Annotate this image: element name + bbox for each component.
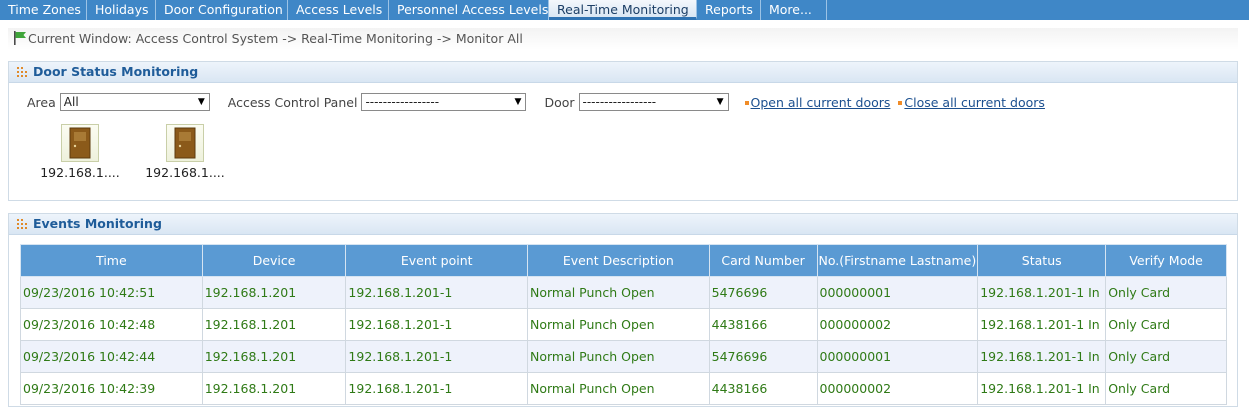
cell-person-number: 000000002 <box>816 372 979 405</box>
cell-event-point: 192.168.1.201-1 <box>345 276 528 309</box>
column-header[interactable]: Event point <box>345 244 528 277</box>
area-select[interactable]: All ▼ <box>59 93 210 111</box>
events-header: Events Monitoring <box>9 214 1237 235</box>
cell-status: 192.168.1.201-1 In <box>977 276 1107 309</box>
close-all-doors-link[interactable]: Close all current doors <box>904 95 1045 110</box>
area-dropdown-arrow-icon: ▼ <box>197 97 205 107</box>
cell-time: 09/23/2016 10:42:51 <box>20 276 203 309</box>
cell-verify-mode: Only Card <box>1105 276 1227 309</box>
door-status-title: Door Status Monitoring <box>33 64 199 79</box>
events-table: Time Device Event point Event Descriptio… <box>20 244 1227 405</box>
cell-event-point: 192.168.1.201-1 <box>345 340 528 373</box>
cell-event-description: Normal Punch Open <box>526 340 710 373</box>
cell-device: 192.168.1.201 <box>201 372 347 405</box>
area-label: Area <box>27 94 56 110</box>
bullet-icon <box>898 100 903 105</box>
area-select-value: All <box>63 95 79 109</box>
door-label-text: 192.168.1.... <box>40 165 120 180</box>
cell-time: 09/23/2016 10:42:48 <box>20 308 203 341</box>
cell-event-point: 192.168.1.201-1 <box>345 372 528 405</box>
column-header[interactable]: Status <box>977 244 1107 277</box>
cell-event-description: Normal Punch Open <box>526 276 710 309</box>
events-panel: Events Monitoring Time Device Event poin… <box>8 213 1238 407</box>
cell-card-number: 4438166 <box>708 308 818 341</box>
cell-person-number: 000000001 <box>816 340 979 373</box>
door-filters: Area All ▼ Access Control Panel --------… <box>27 92 1045 112</box>
cell-card-number: 5476696 <box>708 276 818 309</box>
breadcrumb: Current Window: Access Control System ->… <box>8 28 1238 50</box>
cell-event-description: Normal Punch Open <box>526 372 710 405</box>
bullet-icon <box>744 100 749 105</box>
open-all-doors-action[interactable]: Open all current doors <box>744 95 891 110</box>
tab-personnel-access-levels[interactable]: Personnel Access Levels <box>389 0 549 20</box>
door-icon[interactable] <box>166 124 204 162</box>
table-row[interactable]: 09/23/2016 10:42:39 192.168.1.201 192.16… <box>20 372 1227 405</box>
table-row[interactable]: 09/23/2016 10:42:48 192.168.1.201 192.16… <box>20 308 1227 341</box>
column-header[interactable]: Event Description <box>526 244 710 277</box>
cell-verify-mode: Only Card <box>1105 308 1227 341</box>
events-title: Events Monitoring <box>33 216 162 231</box>
top-nav: Time Zones Holidays Door Configuration A… <box>0 0 1249 20</box>
table-row[interactable]: 09/23/2016 10:42:51 192.168.1.201 192.16… <box>20 276 1227 309</box>
cell-device: 192.168.1.201 <box>201 340 347 373</box>
breadcrumb-text: Current Window: Access Control System ->… <box>28 31 523 46</box>
cell-person-number: 000000002 <box>816 308 979 341</box>
tab-door-configuration[interactable]: Door Configuration <box>156 0 288 20</box>
door-dropdown-arrow-icon: ▼ <box>716 97 724 107</box>
cell-event-point: 192.168.1.201-1 <box>345 308 528 341</box>
cell-device: 192.168.1.201 <box>201 276 347 309</box>
acp-select[interactable]: ----------------- ▼ <box>361 93 527 111</box>
cell-person-number: 000000001 <box>816 276 979 309</box>
door-label-text: 192.168.1.... <box>145 165 225 180</box>
grip-icon <box>17 63 27 77</box>
door-label: Door <box>544 94 575 110</box>
tab-real-time-monitoring[interactable]: Real-Time Monitoring <box>549 0 697 20</box>
door-select[interactable]: ----------------- ▼ <box>578 93 729 111</box>
cell-card-number: 5476696 <box>708 340 818 373</box>
acp-select-value: ----------------- <box>365 95 440 109</box>
cell-card-number: 4438166 <box>708 372 818 405</box>
acp-dropdown-arrow-icon: ▼ <box>514 97 522 107</box>
open-all-doors-link[interactable]: Open all current doors <box>751 95 891 110</box>
cell-status: 192.168.1.201-1 In <box>977 308 1107 341</box>
door-status-header: Door Status Monitoring <box>9 62 1237 83</box>
tab-reports[interactable]: Reports <box>697 0 761 20</box>
column-header[interactable]: Time <box>20 244 203 277</box>
close-all-doors-action[interactable]: Close all current doors <box>898 95 1045 110</box>
tab-access-levels[interactable]: Access Levels <box>288 0 389 20</box>
flag-icon <box>12 30 28 46</box>
acp-label: Access Control Panel <box>227 94 358 110</box>
tab-time-zones[interactable]: Time Zones <box>0 0 87 20</box>
cell-verify-mode: Only Card <box>1105 372 1227 405</box>
door-item[interactable]: 192.168.1.... <box>140 124 230 180</box>
cell-status: 192.168.1.201-1 In <box>977 372 1107 405</box>
cell-time: 09/23/2016 10:42:39 <box>20 372 203 405</box>
table-row[interactable]: 09/23/2016 10:42:44 192.168.1.201 192.16… <box>20 340 1227 373</box>
cell-verify-mode: Only Card <box>1105 340 1227 373</box>
column-header[interactable]: No.(Firstname Lastname) <box>816 244 979 277</box>
door-icon[interactable] <box>61 124 99 162</box>
door-status-panel: Door Status Monitoring Area All ▼ Access… <box>8 61 1238 201</box>
cell-event-description: Normal Punch Open <box>526 308 710 341</box>
door-select-value: ----------------- <box>582 95 657 109</box>
door-item[interactable]: 192.168.1.... <box>35 124 125 180</box>
cell-time: 09/23/2016 10:42:44 <box>20 340 203 373</box>
grip-icon <box>17 215 27 229</box>
cell-status: 192.168.1.201-1 In <box>977 340 1107 373</box>
column-header[interactable]: Card Number <box>708 244 818 277</box>
table-header-row: Time Device Event point Event Descriptio… <box>20 244 1227 277</box>
column-header[interactable]: Device <box>201 244 347 277</box>
cell-device: 192.168.1.201 <box>201 308 347 341</box>
tab-more[interactable]: More... <box>761 0 827 20</box>
tab-holidays[interactable]: Holidays <box>87 0 156 20</box>
column-header[interactable]: Verify Mode <box>1105 244 1227 277</box>
